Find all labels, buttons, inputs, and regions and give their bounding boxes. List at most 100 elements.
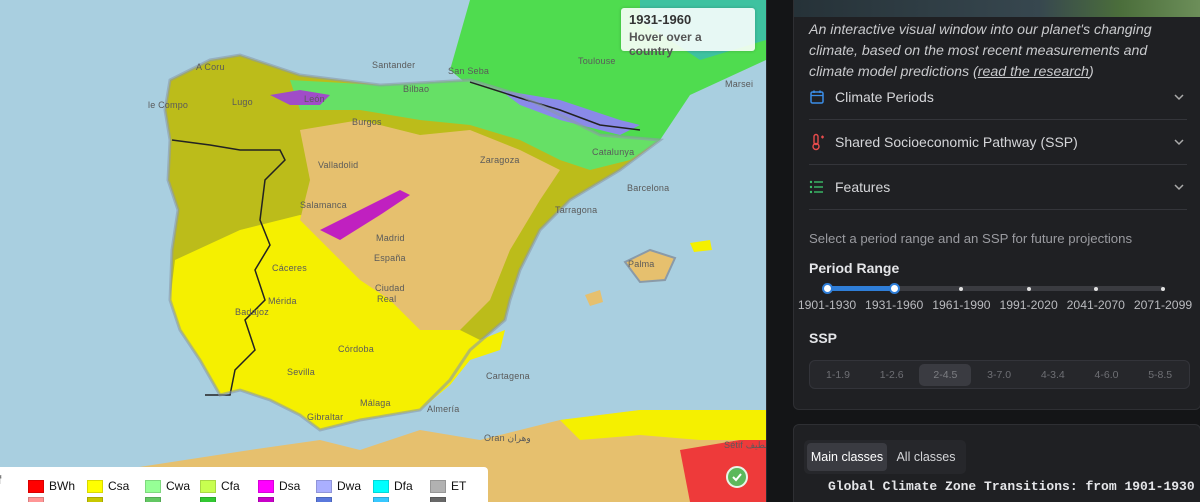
legend-swatch	[200, 497, 216, 502]
place-label: Almería	[427, 404, 460, 414]
legend-partial: f	[0, 473, 1, 487]
ssp-segmented-control[interactable]: 1-1.9 1-2.6 2-4.5 3-7.0 4-3.4 4-6.0 5-8.5	[809, 360, 1190, 389]
period-label[interactable]: 1961-1990	[932, 298, 990, 312]
legend-code: Cfa	[221, 479, 240, 493]
chevron-down-icon	[1173, 90, 1187, 104]
accordion-climate-periods[interactable]: Climate Periods	[809, 75, 1187, 120]
africa-coast-region	[560, 410, 766, 440]
place-label: Oran وهران	[484, 433, 531, 443]
place-label: Gibraltar	[307, 412, 344, 422]
legend-swatch	[316, 497, 332, 502]
legend-swatch	[28, 497, 44, 502]
place-label: León	[304, 94, 325, 104]
tab-main-classes[interactable]: Main classes	[807, 443, 887, 471]
place-label: San Seba	[448, 66, 490, 76]
period-hint: Select a period range and an SSP for fut…	[809, 231, 1133, 246]
place-label: Zaragoza	[480, 155, 520, 165]
sidebar: An interactive visual window into our pl…	[766, 0, 1200, 502]
transitions-card: Main classes All classes Global Climate …	[793, 424, 1200, 502]
period-slider-tick[interactable]	[959, 286, 964, 291]
legend-code: Dwa	[337, 479, 362, 493]
description: An interactive visual window into our pl…	[809, 20, 1194, 83]
place-label: Badajoz	[235, 307, 269, 317]
period-label[interactable]: 2071-2099	[1134, 298, 1192, 312]
period-label[interactable]: 1931-1960	[865, 298, 923, 312]
place-label: Salamanca	[300, 200, 347, 210]
legend-swatch	[28, 479, 44, 493]
place-label: Valladolid	[318, 160, 359, 170]
place-label: Madrid	[376, 233, 405, 243]
accordion-features[interactable]: Features	[809, 165, 1187, 210]
legend-swatch	[258, 479, 274, 493]
legend-code: Dsa	[279, 479, 301, 493]
legend-item[interactable]: Dsa	[258, 479, 300, 493]
legend-swatch	[373, 479, 389, 493]
place-label: Bilbao	[403, 84, 430, 94]
legend-item[interactable]: BWh	[28, 479, 75, 493]
place-label: Sétif سطيف	[724, 440, 766, 450]
ssp-option[interactable]: 1-2.6	[866, 364, 918, 386]
check-icon[interactable]	[726, 466, 748, 488]
place-label: A Coru	[196, 62, 225, 72]
legend-item[interactable]: Dwa	[316, 479, 361, 493]
period-slider-tick[interactable]	[1093, 286, 1098, 291]
legend-swatch	[316, 479, 332, 493]
place-label: Mérida	[268, 296, 297, 306]
period-label[interactable]: 1901-1930	[798, 298, 856, 312]
tooltip-hint: Hover over a country	[629, 30, 702, 58]
place-label: Málaga	[360, 398, 391, 408]
map-canvas[interactable]	[0, 0, 766, 502]
calendar-icon	[809, 87, 835, 107]
hero-image	[794, 0, 1200, 17]
period-slider-fill	[826, 286, 893, 291]
tab-all-classes[interactable]: All classes	[890, 443, 962, 471]
period-label[interactable]: 2041-2070	[1067, 298, 1125, 312]
ssp-option[interactable]: 5-8.5	[1134, 364, 1186, 386]
chevron-down-icon	[1173, 135, 1187, 149]
place-label: Ciudad	[375, 283, 405, 293]
accordion-label: Climate Periods	[835, 89, 934, 105]
accordion-label: Shared Socioeconomic Pathway (SSP)	[835, 134, 1078, 150]
place-label: Sevilla	[287, 367, 315, 377]
legend-swatch	[145, 497, 161, 502]
place-label: Córdoba	[338, 344, 374, 354]
ssp-option[interactable]: 4-3.4	[1027, 364, 1079, 386]
ssp-option[interactable]: 4-6.0	[1081, 364, 1133, 386]
period-slider-tick[interactable]	[1026, 286, 1031, 291]
app-root: A Coru Santander San Seba Toulouse Marse…	[0, 0, 1200, 502]
tooltip-period: 1931-1960	[629, 12, 692, 27]
period-label[interactable]: 1991-2020	[999, 298, 1057, 312]
accordion-ssp[interactable]: Shared Socioeconomic Pathway (SSP)	[809, 120, 1187, 165]
legend-swatch	[145, 479, 161, 493]
period-slider-thumb[interactable]	[888, 283, 900, 294]
legend-swatch	[430, 479, 446, 493]
legend-item[interactable]: Csa	[87, 479, 129, 493]
legend-swatch	[430, 497, 446, 502]
legend-code: BWh	[49, 479, 76, 493]
legend-code: Cwa	[166, 479, 191, 493]
menorca-island	[690, 240, 712, 252]
legend-item[interactable]: Cfa	[200, 479, 240, 493]
climate-map[interactable]: A Coru Santander San Seba Toulouse Marse…	[0, 0, 766, 502]
legend-item[interactable]: ET	[430, 479, 466, 493]
legend-item[interactable]: Cwa	[145, 479, 190, 493]
place-label: Catalunya	[592, 147, 635, 157]
place-label: Burgos	[352, 117, 382, 127]
place-label: Cartagena	[486, 371, 530, 381]
place-label: Palma	[628, 259, 655, 269]
legend-item[interactable]: Dfa	[373, 479, 413, 493]
legend-swatch	[373, 497, 389, 502]
period-slider-thumb[interactable]	[821, 283, 833, 294]
place-label: Cáceres	[272, 263, 307, 273]
ssp-option[interactable]: 1-1.9	[812, 364, 864, 386]
period-slider-tick[interactable]	[1161, 286, 1165, 291]
info-card: An interactive visual window into our pl…	[793, 0, 1200, 410]
ssp-option[interactable]: 3-7.0	[973, 364, 1025, 386]
place-label: Barcelona	[627, 183, 670, 193]
ssp-option[interactable]: 2-4.5	[919, 364, 972, 386]
place-label: le Compo	[148, 100, 189, 110]
thermometer-icon	[809, 132, 835, 152]
place-label: Lugo	[232, 97, 253, 107]
legend-code: ET	[451, 479, 467, 493]
place-label: Tarragona	[555, 205, 598, 215]
